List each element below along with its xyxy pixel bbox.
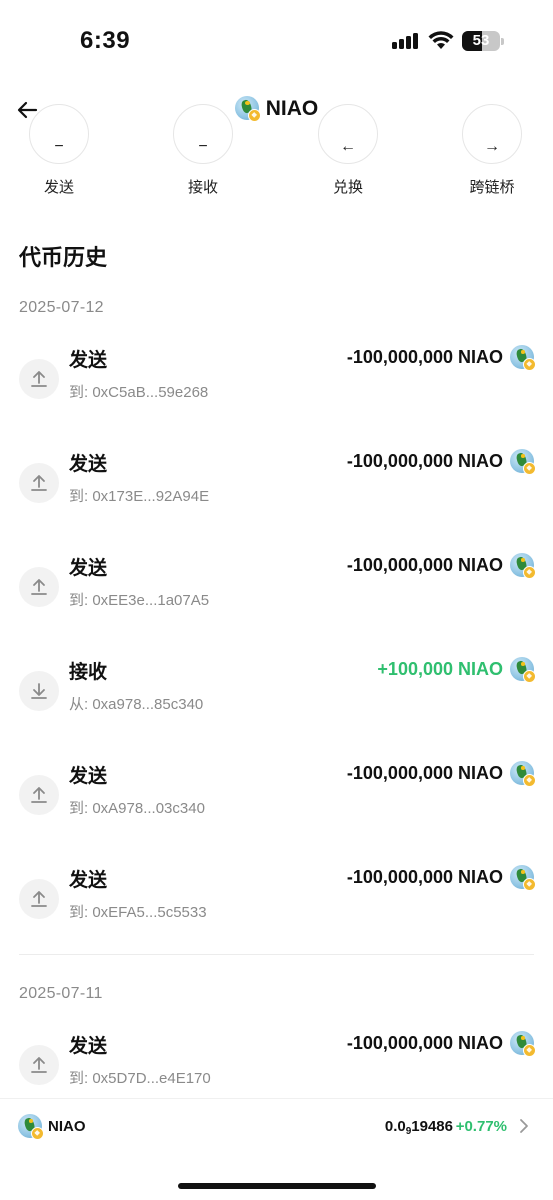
send-arrow-icon (19, 775, 59, 815)
transaction-amount: -100,000,000 NIAO (346, 451, 503, 471)
token-price: 0.0919486 (384, 1118, 453, 1137)
send-arrow-icon (19, 463, 59, 503)
send-arrow-icon (19, 567, 59, 607)
transaction-address: 到: 0xC5aB...59e268 (69, 384, 209, 401)
chevron-right-icon (520, 1119, 528, 1133)
niao-token-logo (510, 1031, 536, 1057)
bridge-action-label: 跨链桥 (469, 179, 515, 196)
niao-token-logo (510, 865, 536, 891)
transaction-amount: -100,000,000 NIAO (346, 1033, 503, 1053)
transaction-type: 发送 (69, 558, 108, 579)
niao-token-logo (510, 449, 536, 475)
transaction-row[interactable]: 接收从: 0xa978...85c340 +100,000 NIAO (0, 657, 553, 737)
transaction-address: 到: 0x173E...92A94E (69, 488, 210, 505)
transaction-address: 到: 0xEFA5...5c5533 (69, 904, 207, 921)
transaction-type: 发送 (69, 766, 108, 787)
niao-token-logo (510, 761, 536, 787)
action-bar: − 发送 − 接收 ← 兑换 → 跨链桥 (0, 104, 553, 204)
transaction-row[interactable]: 发送到: 0xEE3e...1a07A5 -100,000,000 NIAO (0, 553, 553, 633)
send-arrow-icon (19, 359, 59, 399)
transaction-amount: -100,000,000 NIAO (346, 347, 503, 367)
status-time: 6:39 (80, 27, 131, 54)
status-bar: 6:39 53 (0, 0, 553, 80)
cellular-signal-icon (392, 33, 420, 49)
divider (19, 954, 534, 955)
date-header: 2025-07-11 (19, 985, 103, 1002)
niao-token-logo (510, 657, 536, 683)
transaction-amount: -100,000,000 NIAO (346, 555, 503, 575)
niao-token-logo (18, 1114, 44, 1140)
send-arrow-icon (19, 1045, 59, 1085)
token-price-bar[interactable]: NIAO 0.0919486 +0.77% (0, 1098, 553, 1158)
send-arrow-icon (19, 879, 59, 919)
wifi-icon (428, 31, 454, 49)
swap-action-label: 兑换 (332, 179, 363, 196)
receive-action-label: 接收 (187, 179, 218, 196)
transaction-row[interactable]: 发送到: 0xA978...03c340 -100,000,000 NIAO (0, 761, 553, 841)
transaction-address: 到: 0x5D7D...e4E170 (69, 1070, 211, 1087)
transaction-amount: -100,000,000 NIAO (346, 763, 503, 783)
receive-arrow-icon (19, 671, 59, 711)
send-action-label: 发送 (43, 179, 74, 196)
niao-token-logo (510, 345, 536, 371)
transaction-row[interactable]: 发送到: 0xEFA5...5c5533 -100,000,000 NIAO (0, 865, 553, 945)
price-change: +0.77% (455, 1118, 507, 1135)
transaction-type: 接收 (69, 662, 108, 683)
token-symbol: NIAO (48, 1118, 86, 1135)
transaction-type: 发送 (69, 350, 108, 371)
transaction-amount: +100,000 NIAO (377, 659, 503, 679)
transaction-amount: -100,000,000 NIAO (346, 867, 503, 887)
token-history-title: 代币历史 (19, 245, 108, 270)
transaction-address: 到: 0xEE3e...1a07A5 (69, 592, 210, 609)
battery-level: 53 (472, 32, 490, 49)
page-title: NIAO (265, 97, 319, 120)
home-indicator (178, 1183, 376, 1189)
transaction-row[interactable]: 发送到: 0xC5aB...59e268 -100,000,000 NIAO (0, 345, 553, 425)
transaction-address: 到: 0xA978...03c340 (69, 800, 205, 817)
transaction-type: 发送 (69, 1036, 108, 1057)
transaction-row[interactable]: 发送到: 0x173E...92A94E -100,000,000 NIAO (0, 449, 553, 529)
niao-token-logo (234, 96, 261, 122)
transaction-type: 发送 (69, 454, 108, 475)
battery-icon: 53 (462, 31, 504, 51)
transaction-type: 发送 (69, 870, 108, 891)
transaction-address: 从: 0xa978...85c340 (69, 696, 204, 713)
date-header: 2025-07-12 (19, 299, 104, 316)
niao-token-logo (510, 553, 536, 579)
